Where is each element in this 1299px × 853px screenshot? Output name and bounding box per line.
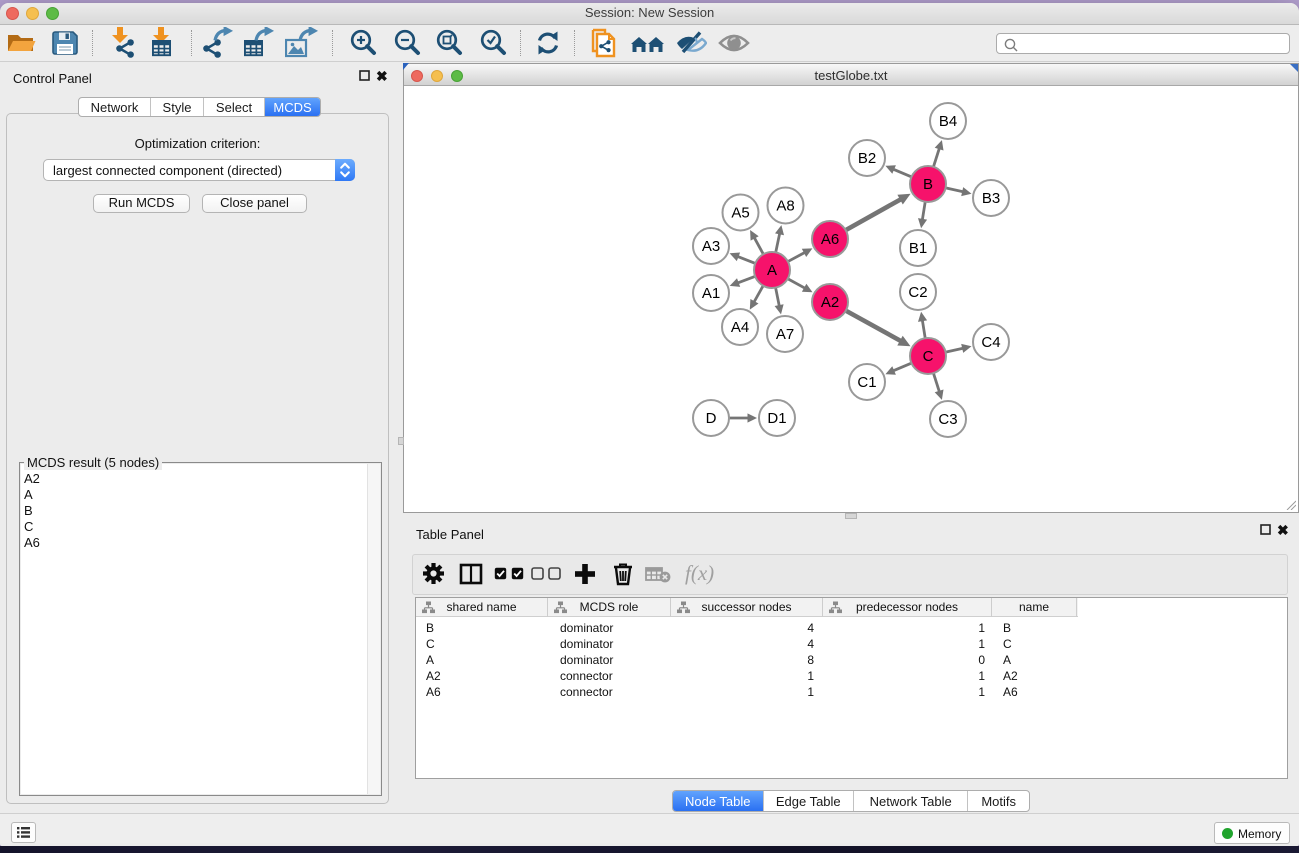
- svg-text:A3: A3: [702, 238, 720, 255]
- svg-text:A1: A1: [702, 285, 720, 302]
- svg-text:A8: A8: [776, 198, 794, 215]
- svg-text:A: A: [767, 262, 777, 279]
- svg-text:A6: A6: [821, 231, 839, 248]
- svg-text:B4: B4: [939, 113, 957, 130]
- svg-text:A7: A7: [776, 326, 794, 343]
- svg-text:C3: C3: [938, 411, 957, 428]
- svg-text:B3: B3: [982, 190, 1000, 207]
- svg-text:A4: A4: [731, 319, 749, 336]
- svg-text:B2: B2: [858, 150, 876, 167]
- svg-text:A2: A2: [821, 294, 839, 311]
- svg-text:B1: B1: [909, 240, 927, 257]
- svg-text:D1: D1: [767, 410, 786, 427]
- svg-text:D: D: [706, 410, 717, 427]
- svg-text:C1: C1: [857, 374, 876, 391]
- svg-text:C2: C2: [908, 284, 927, 301]
- svg-text:C4: C4: [981, 334, 1000, 351]
- svg-text:B: B: [923, 176, 933, 193]
- svg-text:A5: A5: [731, 205, 749, 222]
- svg-text:C: C: [923, 348, 934, 365]
